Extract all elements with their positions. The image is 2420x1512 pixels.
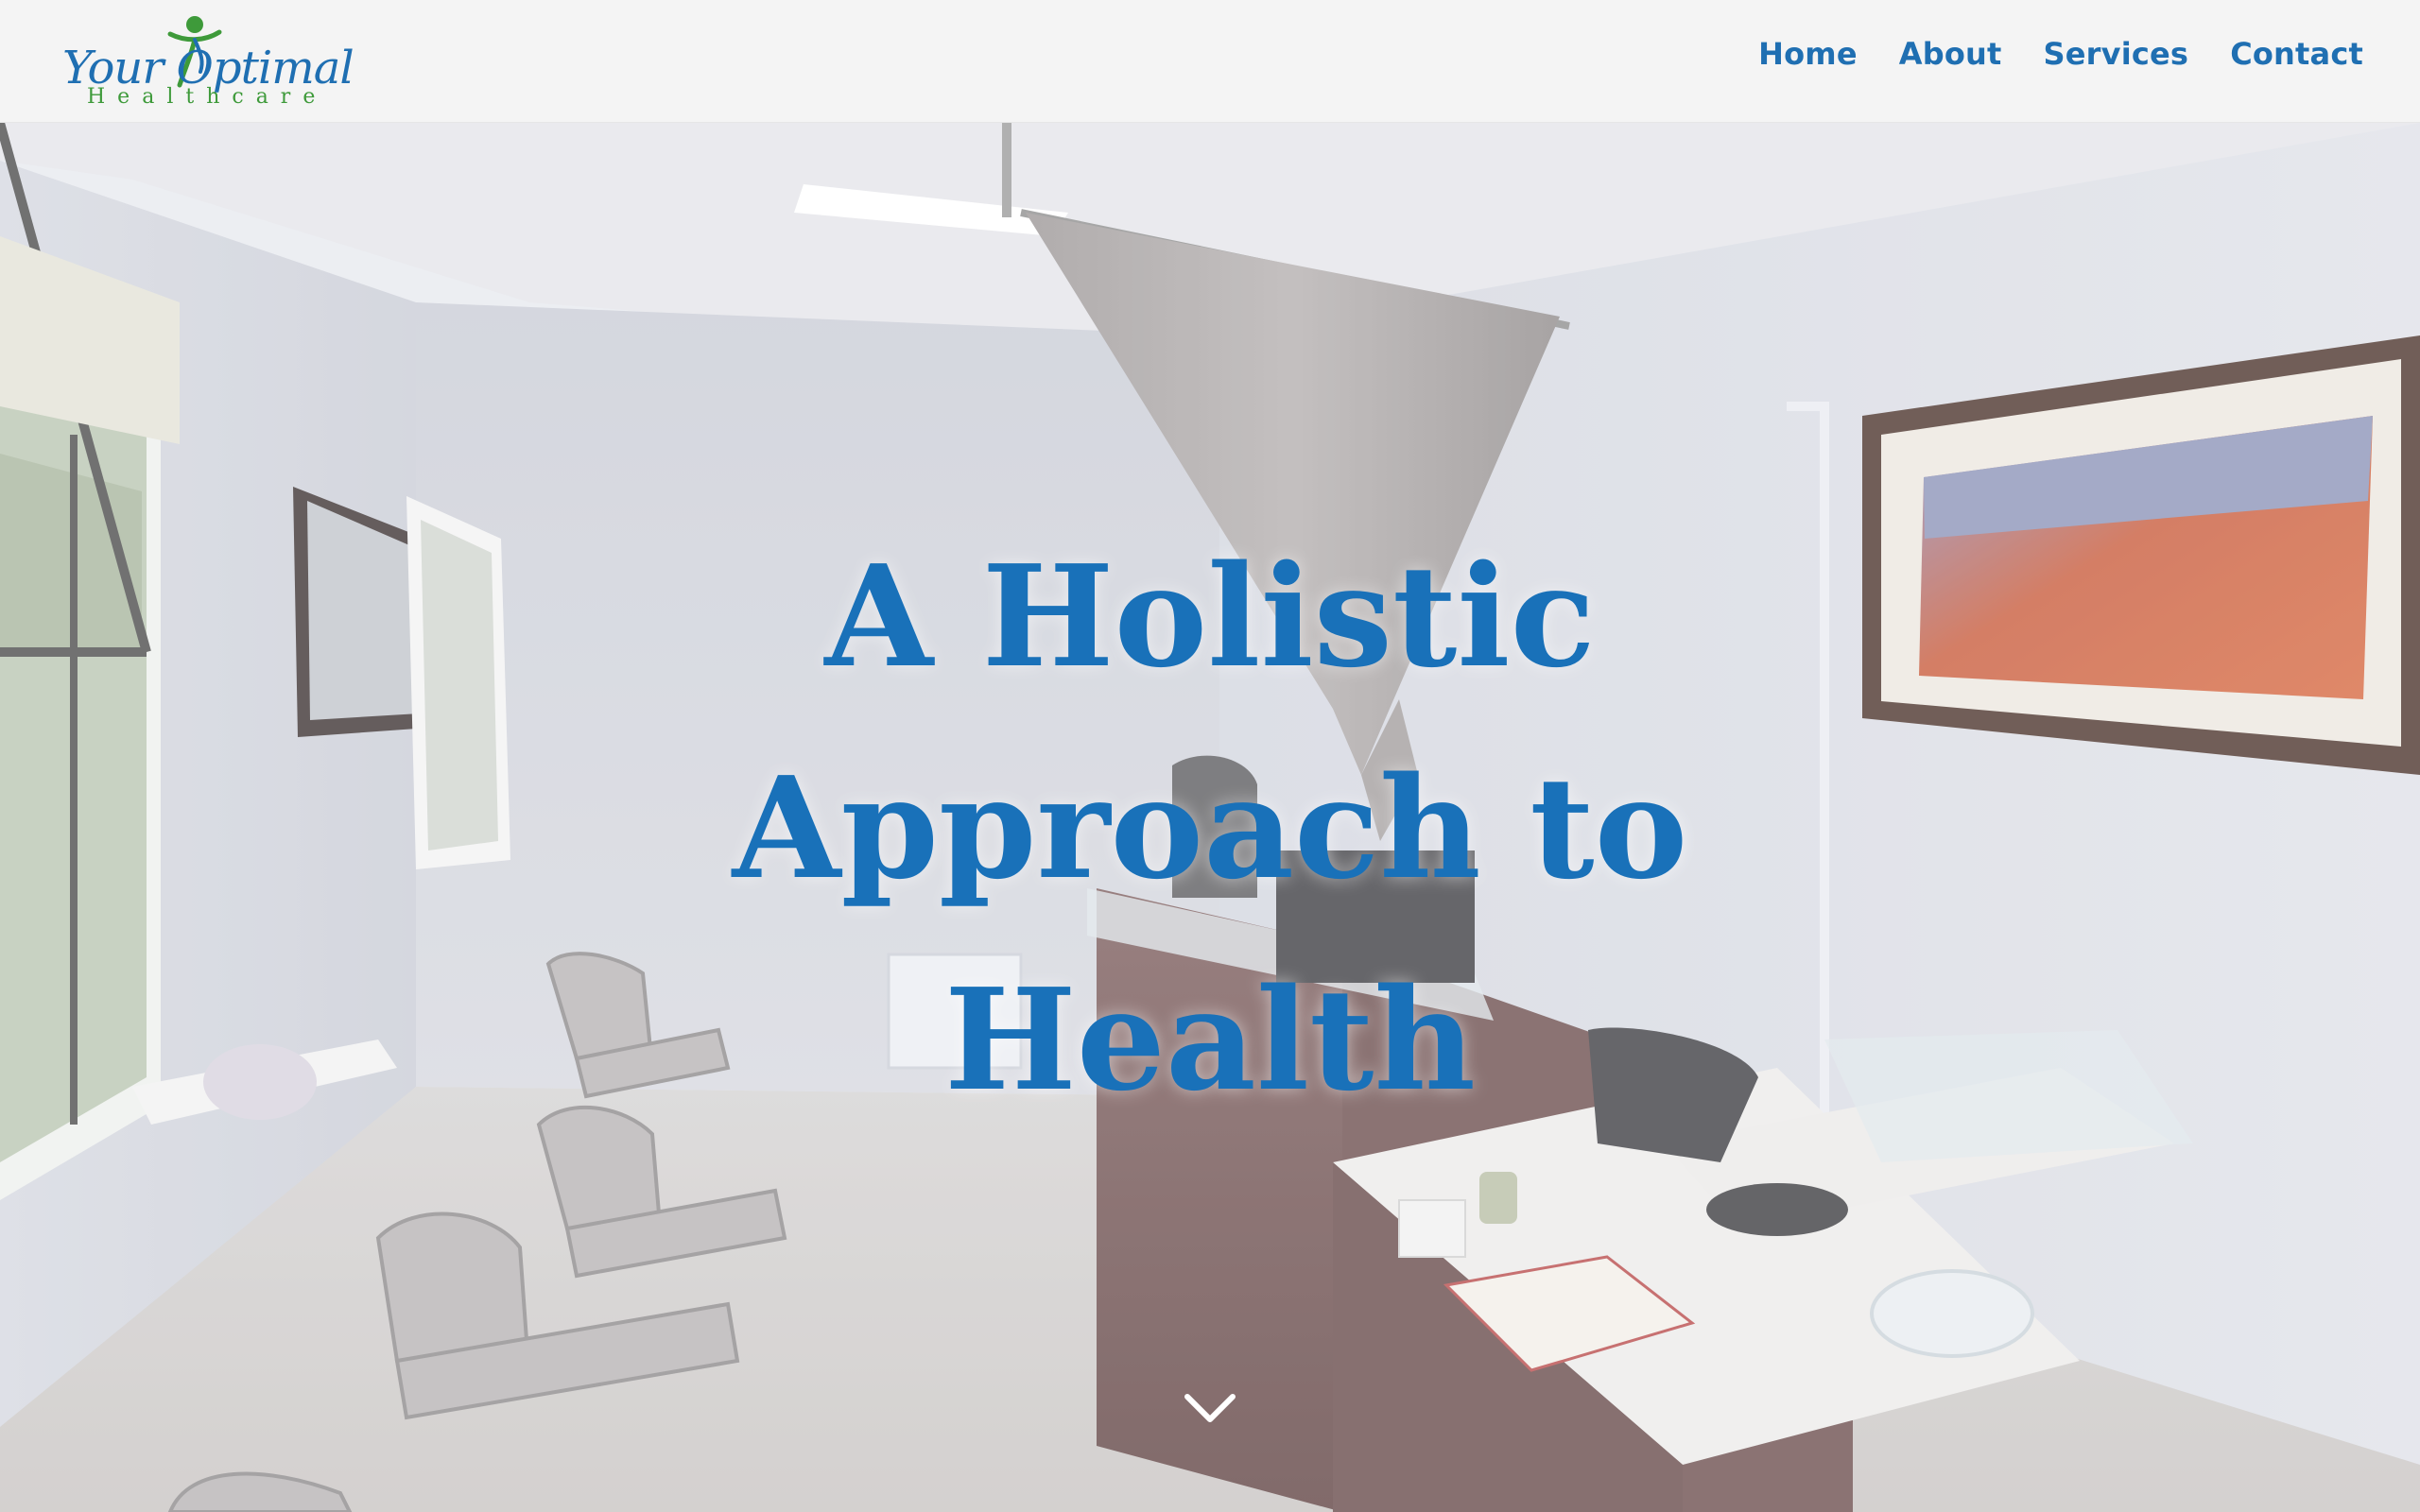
logo-subtitle: Healthcare <box>87 85 328 109</box>
site-header: Your Optimal Healthcare Home About Servi… <box>0 0 2420 123</box>
hero-section: A Holistic Approach to Health <box>0 123 2420 1512</box>
hero-title: A Holistic Approach to Health <box>732 534 1688 1122</box>
main-nav: Home About Services Contact <box>1758 36 2363 72</box>
nav-item-contact[interactable]: Contact <box>2230 36 2363 72</box>
chevron-down-icon[interactable] <box>1184 1389 1236 1427</box>
nav-item-home[interactable]: Home <box>1758 36 1858 72</box>
site-logo[interactable]: Your Optimal Healthcare <box>60 13 354 112</box>
nav-item-services[interactable]: Services <box>2044 36 2189 72</box>
nav-item-about[interactable]: About <box>1899 36 2002 72</box>
